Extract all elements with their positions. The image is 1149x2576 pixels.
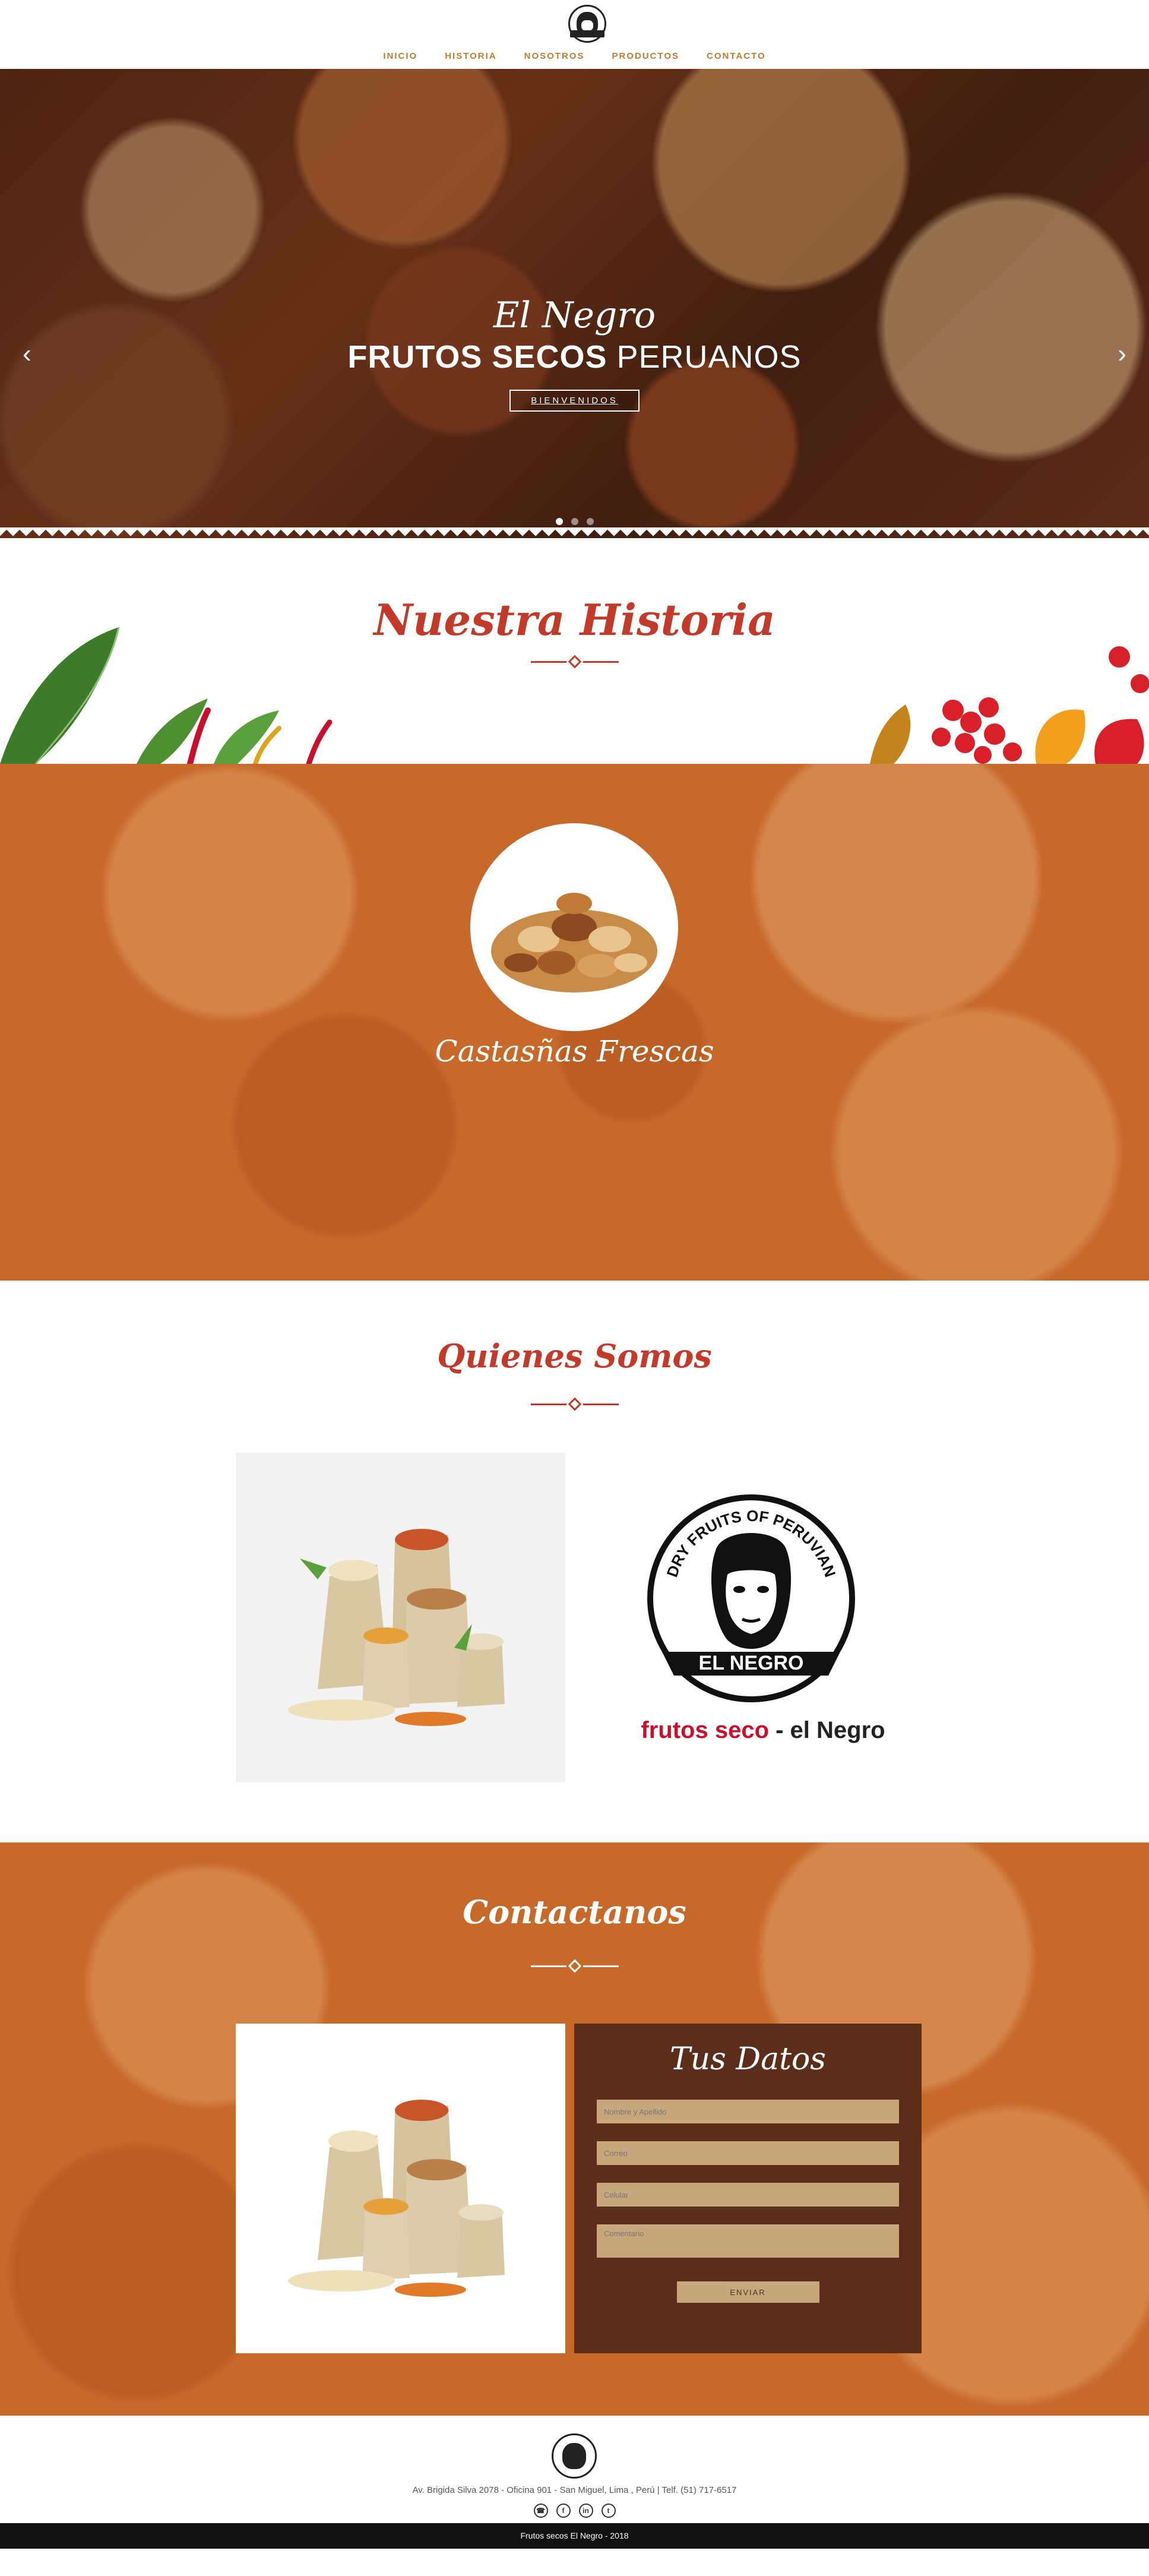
brand-logo-icon[interactable] <box>568 5 606 43</box>
footer: Av. Brigida Silva 2078 - Oficina 901 - S… <box>0 2416 1149 2523</box>
social-links: ☎ f in t <box>0 2504 1149 2518</box>
about-ornament <box>0 1397 1149 1411</box>
vegetables-right-image <box>870 646 1149 764</box>
slider-dot-3[interactable] <box>586 518 594 525</box>
hero-script-title: El Negro <box>493 295 656 336</box>
contact-section: Contactanos Tus Datos ENVIAR <box>0 1842 1149 2416</box>
contact-nut-bags-image <box>236 2024 565 2353</box>
email-input[interactable] <box>597 2141 899 2165</box>
products-band: Castasñas Frescas <box>0 764 1149 1281</box>
historia-title: Nuestra Historia <box>373 595 776 645</box>
copyright-bar: Frutos secos El Negro - 2018 <box>0 2523 1149 2549</box>
hero-slider: ‹ › El Negro FRUTOS SECOS PERUANOS BIENV… <box>0 69 1149 538</box>
hero-title-bold: FRUTOS SECOS <box>347 339 607 375</box>
band-caption: Castasñas Frescas <box>435 1034 714 1069</box>
send-button[interactable]: ENVIAR <box>676 2281 819 2303</box>
slider-dot-2[interactable] <box>571 518 578 525</box>
linkedin-icon[interactable]: in <box>578 2504 593 2518</box>
facebook-icon[interactable]: f <box>556 2504 571 2518</box>
nav-nosotros[interactable]: NOSOTROS <box>524 51 585 61</box>
nav-historia[interactable]: HISTORIA <box>445 51 496 61</box>
footer-address: Av. Brigida Silva 2078 - Oficina 901 - S… <box>412 2485 737 2495</box>
historia-ornament <box>0 655 1149 669</box>
footer-logo-icon[interactable] <box>552 2433 597 2479</box>
comment-textarea[interactable] <box>597 2224 899 2258</box>
twitter-icon[interactable]: t <box>601 2504 616 2518</box>
logo-ribbon-text: EL NEGRO <box>699 1652 804 1674</box>
zigzag-divider <box>0 527 1149 538</box>
historia-section: Nuestra Historia <box>0 538 1149 764</box>
slider-dot-1[interactable] <box>555 518 563 525</box>
slider-next-icon[interactable]: › <box>1118 339 1126 369</box>
slider-dots <box>0 518 1149 525</box>
phone-input[interactable] <box>597 2183 899 2207</box>
contact-form: Tus Datos ENVIAR <box>574 2024 922 2353</box>
about-title: Quienes Somos <box>437 1337 712 1375</box>
brand-red-text: frutos seco <box>641 1717 769 1743</box>
top-navbar: INICIO HISTORIA NOSOTROS PRODUCTOS CONTA… <box>0 0 1149 69</box>
brand-tagline: frutos seco - el Negro <box>638 1717 888 1744</box>
hero-title: FRUTOS SECOS PERUANOS <box>0 336 1149 378</box>
form-title: Tus Datos <box>670 2041 826 2077</box>
el-negro-logo-icon: EL NEGRO DRY FRUITS OF PERUVIAN <box>647 1494 855 1702</box>
nut-bags-image <box>236 1453 565 1782</box>
hero-title-light: PERUANOS <box>616 339 802 375</box>
nav-inicio[interactable]: INICIO <box>383 51 417 61</box>
contact-title: Contactanos <box>463 1893 686 1931</box>
brand-separator: - <box>769 1717 790 1743</box>
contact-ornament <box>0 1959 1149 1973</box>
hero-content: El Negro FRUTOS SECOS PERUANOS BIENVENID… <box>0 295 1149 412</box>
nuts-circle-image <box>470 823 678 1031</box>
whatsapp-icon[interactable]: ☎ <box>533 2504 548 2518</box>
nav-contacto[interactable]: CONTACTO <box>707 51 766 61</box>
main-menu: INICIO HISTORIA NOSOTROS PRODUCTOS CONTA… <box>0 51 1149 61</box>
about-section: Quienes Somos EL NEGRO DRY FRUITS OF PER… <box>0 1281 1149 1842</box>
slider-prev-icon[interactable]: ‹ <box>23 339 31 369</box>
nav-productos[interactable]: PRODUCTOS <box>612 51 679 61</box>
welcome-button[interactable]: BIENVENIDOS <box>509 390 640 412</box>
brand-dark-text: el Negro <box>790 1717 885 1743</box>
name-input[interactable] <box>597 2100 899 2123</box>
